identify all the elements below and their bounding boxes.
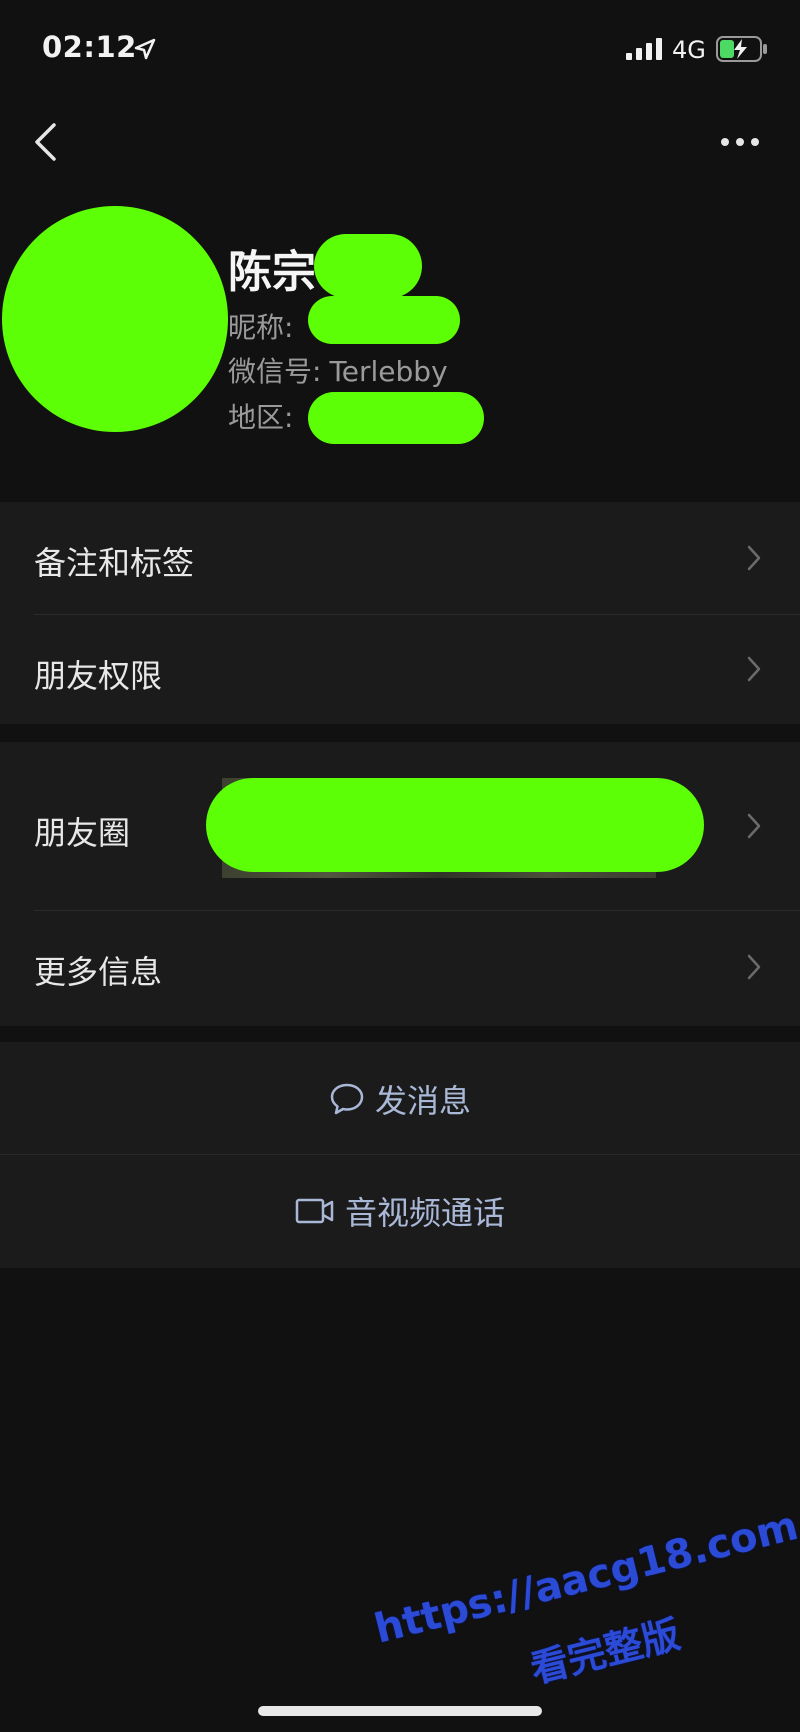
moments-section: 朋友圈 更多信息	[0, 742, 800, 1026]
network-type: 4G	[672, 36, 706, 64]
region-label: 地区:	[228, 401, 294, 434]
nickname-label: 昵称:	[228, 311, 294, 344]
status-time: 02:12	[42, 30, 137, 64]
friend-permissions-row[interactable]: 朋友权限	[0, 615, 800, 724]
wechat-id-value: Terlebby	[329, 355, 448, 388]
chevron-right-icon	[747, 954, 761, 980]
name-redaction	[314, 234, 422, 298]
cellular-signal-icon	[626, 38, 662, 60]
chevron-right-icon	[747, 813, 761, 839]
watermark-text: 看完整版	[526, 1611, 685, 1692]
back-arrow-icon[interactable]	[32, 122, 58, 162]
location-arrow-icon	[134, 38, 156, 60]
moments-label: 朋友圈	[34, 814, 131, 852]
moments-row[interactable]: 朋友圈	[0, 742, 800, 910]
chevron-right-icon	[747, 656, 761, 682]
region-redaction	[308, 392, 484, 444]
wechat-id-label: 微信号:	[228, 355, 322, 388]
chat-bubble-icon	[330, 1083, 364, 1115]
remarks-tags-row[interactable]: 备注和标签	[0, 502, 800, 614]
action-divider	[0, 1154, 800, 1155]
video-call-button[interactable]: 音视频通话	[0, 1188, 800, 1238]
watermark: https://aacg18.com 看完整版	[360, 1503, 800, 1724]
wechat-id: 微信号: Terlebby	[228, 350, 448, 390]
more-options-icon[interactable]	[720, 136, 760, 148]
remarks-tags-label: 备注和标签	[34, 544, 195, 582]
friend-permissions-label: 朋友权限	[34, 657, 163, 695]
video-camera-icon	[295, 1198, 334, 1224]
contact-settings-section: 备注和标签 朋友权限	[0, 502, 800, 724]
more-info-row[interactable]: 更多信息	[0, 911, 800, 1026]
video-call-label: 音视频通话	[344, 1194, 505, 1232]
more-info-label: 更多信息	[34, 953, 163, 991]
send-message-button[interactable]: 发消息	[0, 1076, 800, 1126]
actions-section: 发消息 音视频通话	[0, 1042, 800, 1268]
send-message-label: 发消息	[374, 1082, 471, 1120]
home-indicator[interactable]	[258, 1706, 542, 1716]
chevron-right-icon	[747, 545, 761, 571]
nickname-redaction	[308, 296, 460, 344]
moments-redaction	[206, 778, 704, 872]
profile-name: 陈宗	[228, 247, 316, 298]
avatar[interactable]	[2, 206, 228, 432]
battery-charging-icon	[716, 36, 767, 62]
